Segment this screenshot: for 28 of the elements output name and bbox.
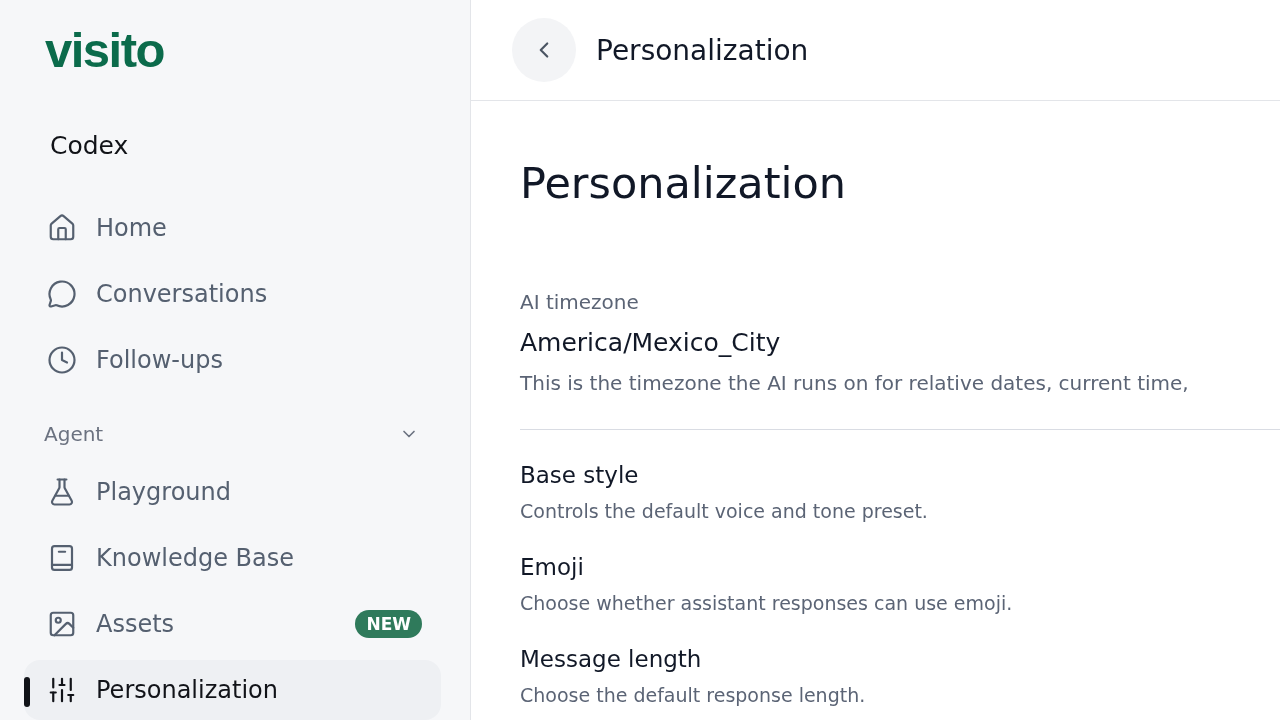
nav-item[interactable]: Knowledge Base bbox=[24, 528, 441, 588]
image-icon bbox=[47, 609, 77, 639]
house-icon bbox=[47, 213, 77, 243]
sliders-icon bbox=[47, 675, 77, 705]
nav-item[interactable]: Follow-ups bbox=[24, 330, 441, 390]
nav-item[interactable]: Personalization bbox=[24, 660, 441, 720]
setting-value: America/Mexico_City bbox=[520, 327, 781, 359]
new-badge: NEW bbox=[355, 610, 422, 638]
setting-description: Controls the default voice and tone preset. bbox=[520, 499, 928, 524]
setting-title: Emoji bbox=[520, 553, 584, 582]
setting-description: Choose the default response length. bbox=[520, 683, 866, 708]
setting-description: Choose whether assistant responses can use emoji. bbox=[520, 591, 1013, 616]
section-toggle[interactable]: Agent bbox=[24, 414, 441, 454]
nav-item[interactable]: Assets NEW bbox=[24, 594, 441, 654]
nav-item[interactable]: Home bbox=[24, 198, 441, 258]
speech-bubble-icon bbox=[47, 279, 77, 309]
setting-label: AI timezone bbox=[520, 289, 639, 315]
setting-title: Base style bbox=[520, 461, 639, 490]
active-indicator-icon bbox=[24, 677, 30, 707]
setting-description: This is the timezone the AI runs on for relative dates, current time, bbox=[520, 370, 1189, 396]
header-title: Personalization bbox=[596, 33, 809, 67]
brand-logo: visito bbox=[45, 22, 164, 78]
clock-icon bbox=[47, 345, 77, 375]
setting-title: Message length bbox=[520, 645, 702, 674]
workspace-name: Codex bbox=[50, 130, 129, 162]
nav-item[interactable]: Conversations bbox=[24, 264, 441, 324]
nav-item[interactable]: Playground bbox=[24, 462, 441, 522]
page-title: Personalization bbox=[520, 157, 847, 209]
